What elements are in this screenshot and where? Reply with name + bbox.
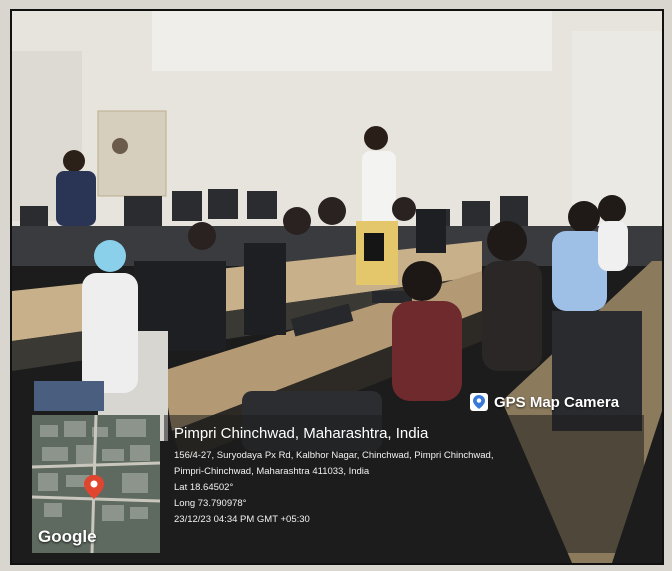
photo-frame: GPS Map Camera Google Pimpri Chinchwad, … — [10, 9, 664, 565]
monitor — [244, 243, 286, 335]
location-title: Pimpri Chinchwad, Maharashtra, India — [174, 425, 429, 442]
map-pin-icon — [470, 393, 488, 411]
ceiling-light-area — [152, 11, 552, 71]
student-body — [392, 301, 462, 401]
back-monitor — [124, 196, 162, 226]
back-monitor — [172, 191, 202, 221]
teacher-body — [362, 151, 396, 231]
student-head — [568, 201, 600, 233]
student-head — [94, 240, 126, 272]
monitor — [552, 311, 642, 431]
address-line: 156/4-27, Suryodaya Px Rd, Kalbhor Nagar… — [174, 450, 494, 461]
monitor-screen-dark — [364, 233, 384, 261]
monitor — [416, 209, 446, 253]
poster-figure — [112, 138, 128, 154]
student-body — [56, 171, 96, 226]
student-head — [487, 221, 527, 261]
student-head — [598, 195, 626, 223]
back-monitor — [208, 189, 238, 219]
teacher-head — [364, 126, 388, 150]
back-monitor — [247, 191, 277, 219]
location-info-panel: Pimpri Chinchwad, Maharashtra, India 156… — [164, 415, 644, 553]
student-head — [63, 150, 85, 172]
wall-poster — [97, 110, 167, 197]
longitude: Long 73.790978° — [174, 498, 247, 509]
student-legs — [34, 381, 104, 411]
badge-label: GPS Map Camera — [494, 393, 620, 411]
gps-camera-badge: GPS Map Camera — [470, 391, 619, 413]
map-thumbnail: Google — [32, 415, 160, 553]
student-body — [598, 221, 628, 271]
address-line: Pimpri-Chinchwad, Maharashtra 411033, In… — [174, 466, 370, 477]
latitude: Lat 18.64502° — [174, 482, 234, 493]
google-logo: Google — [38, 527, 97, 546]
student-body — [82, 273, 138, 393]
student-body — [482, 261, 542, 371]
timestamp: 23/12/23 04:34 PM GMT +05:30 — [174, 514, 310, 525]
student-head — [402, 261, 442, 301]
